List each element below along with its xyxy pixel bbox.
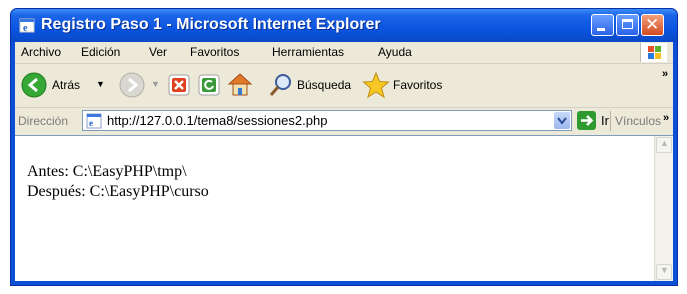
content-line-despues: Después: C:\EasyPHP\curso — [27, 183, 209, 200]
stop-icon[interactable] — [168, 74, 190, 96]
scroll-down-button[interactable]: ▼ — [656, 264, 672, 280]
toolbar-overflow-chevron-icon[interactable]: » — [662, 68, 668, 80]
favorites-label: Favoritos — [393, 78, 443, 92]
home-icon[interactable] — [226, 70, 254, 98]
minimize-button[interactable] — [591, 14, 614, 36]
refresh-icon[interactable] — [198, 74, 220, 96]
windows-logo-icon — [640, 43, 667, 62]
internet-explorer-icon: e — [19, 18, 35, 34]
go-arrow-icon — [581, 115, 594, 126]
go-button[interactable] — [577, 111, 596, 130]
page-content: Antes: C:\EasyPHP\tmp\ Después: C:\EasyP… — [15, 135, 673, 281]
search-button[interactable]: Búsqueda — [267, 70, 357, 100]
search-label: Búsqueda — [297, 78, 352, 92]
back-arrow-icon — [21, 72, 47, 98]
menu-herramientas[interactable]: Herramientas — [272, 45, 344, 59]
toolbar-separator — [610, 111, 611, 131]
back-label: Atrás — [52, 78, 81, 92]
search-icon — [269, 74, 291, 96]
favorites-button[interactable]: Favoritos — [362, 70, 462, 100]
svg-text:e: e — [23, 23, 28, 34]
maximize-button[interactable] — [616, 14, 639, 36]
title-bar[interactable]: e Registro Paso 1 - Microsoft Internet E… — [11, 9, 677, 42]
chevron-down-icon — [557, 117, 567, 125]
maximize-icon — [622, 19, 633, 29]
address-bar: Dirección e http://127.0.0.1/tema8/sessi… — [15, 108, 673, 134]
links-overflow-chevron-icon[interactable]: » — [663, 112, 669, 124]
address-input[interactable]: e http://127.0.0.1/tema8/sessiones2.php — [82, 110, 572, 131]
links-label[interactable]: Vínculos — [615, 114, 661, 128]
menu-ayuda[interactable]: Ayuda — [378, 45, 412, 59]
forward-arrow-icon[interactable] — [119, 72, 145, 98]
forward-dropdown-arrow-icon[interactable]: ▼ — [151, 79, 160, 89]
back-dropdown-arrow-icon[interactable]: ▼ — [96, 79, 105, 89]
go-label[interactable]: Ir — [601, 113, 609, 128]
svg-text:e: e — [89, 118, 93, 128]
page-icon: e — [86, 113, 102, 129]
minimize-icon — [597, 28, 605, 31]
window-title: Registro Paso 1 - Microsoft Internet Exp… — [41, 16, 381, 33]
standard-toolbar: Atrás ▼ ▼ Búsqueda Favoritos » — [15, 64, 673, 108]
menu-bar: Archivo Edición Ver Favoritos Herramient… — [15, 42, 673, 64]
address-dropdown-button[interactable] — [554, 112, 570, 129]
address-label: Dirección — [18, 114, 69, 128]
scroll-up-icon: ▲ — [660, 138, 669, 148]
window-body: Archivo Edición Ver Favoritos Herramient… — [15, 42, 673, 281]
menu-edicion[interactable]: Edición — [81, 45, 120, 59]
menu-favoritos[interactable]: Favoritos — [190, 45, 239, 59]
scroll-up-button[interactable]: ▲ — [656, 137, 672, 153]
address-url: http://127.0.0.1/tema8/sessiones2.php — [107, 113, 328, 128]
menu-ver[interactable]: Ver — [149, 45, 167, 59]
back-button[interactable]: Atrás — [21, 70, 81, 100]
menu-archivo[interactable]: Archivo — [21, 45, 61, 59]
vertical-scrollbar[interactable]: ▲ ▼ — [654, 136, 673, 281]
content-line-antes: Antes: C:\EasyPHP\tmp\ — [27, 163, 187, 180]
browser-window: e Registro Paso 1 - Microsoft Internet E… — [10, 8, 678, 286]
close-button[interactable]: ✕ — [641, 14, 664, 36]
close-icon: ✕ — [645, 15, 660, 35]
scroll-down-icon: ▼ — [660, 265, 669, 275]
favorites-star-icon — [362, 71, 390, 99]
